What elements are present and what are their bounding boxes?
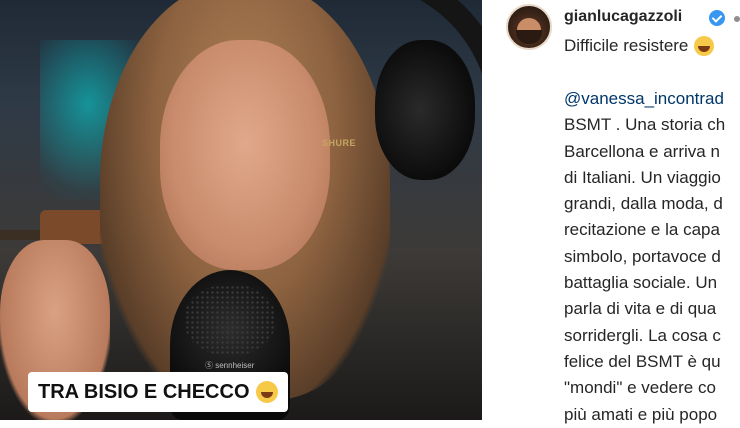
username-link[interactable]: gianlucagazzoli: [564, 8, 682, 26]
headphone-brand-text: SHURE: [322, 138, 357, 148]
post-body-line: battaglia sociale. Un: [564, 273, 718, 293]
post-body: @vanessa_incontrad BSMT . Una storia ch …: [564, 86, 740, 428]
post-body-line: felice del BSMT è qu: [564, 351, 721, 371]
mention-link[interactable]: @vanessa_incontrad: [564, 86, 740, 112]
post-body-line: di Italiani. Un viaggio: [564, 167, 721, 187]
post-body-line: BSMT . Una storia ch: [564, 115, 726, 135]
video-caption: TRA BISIO E CHECCO: [28, 372, 288, 412]
post-body-line: Barcellona e arriva n: [564, 141, 720, 161]
verified-badge-icon: [709, 10, 725, 26]
grinning-squinting-face-icon: [694, 36, 715, 56]
avatar[interactable]: [506, 4, 552, 50]
post-body-line: simbolo, portavoce d: [564, 246, 721, 266]
post-body-line: parla di vita e di qua: [564, 299, 717, 319]
video-frame[interactable]: SHURE Ⓢ sennheiser TRA BISIO E CHECCO: [0, 0, 482, 420]
microphone-label: Ⓢ sennheiser: [205, 361, 255, 370]
microphone-grille: [185, 285, 275, 355]
post-body-line: "mondi" e vedere co: [564, 378, 716, 398]
post-body-line: recitazione e la capa: [564, 220, 720, 240]
instagram-post-view: SHURE Ⓢ sennheiser TRA BISIO E CHECCO gi…: [0, 0, 740, 424]
post-body-line: sorridergli. La cosa c: [564, 325, 721, 345]
post-caption: Difficile resistere: [564, 36, 715, 56]
post-body-line: più amati e più popo: [564, 404, 718, 424]
avatar-beard: [516, 30, 542, 44]
more-dot-icon[interactable]: [734, 16, 740, 22]
grinning-squinting-face-icon: [255, 381, 278, 403]
video-caption-text: TRA BISIO E CHECCO: [38, 380, 250, 403]
headphone-earcup: [375, 40, 475, 180]
post-body-line: grandi, dalla moda, d: [564, 194, 723, 214]
post-caption-text: Difficile resistere: [564, 36, 689, 55]
